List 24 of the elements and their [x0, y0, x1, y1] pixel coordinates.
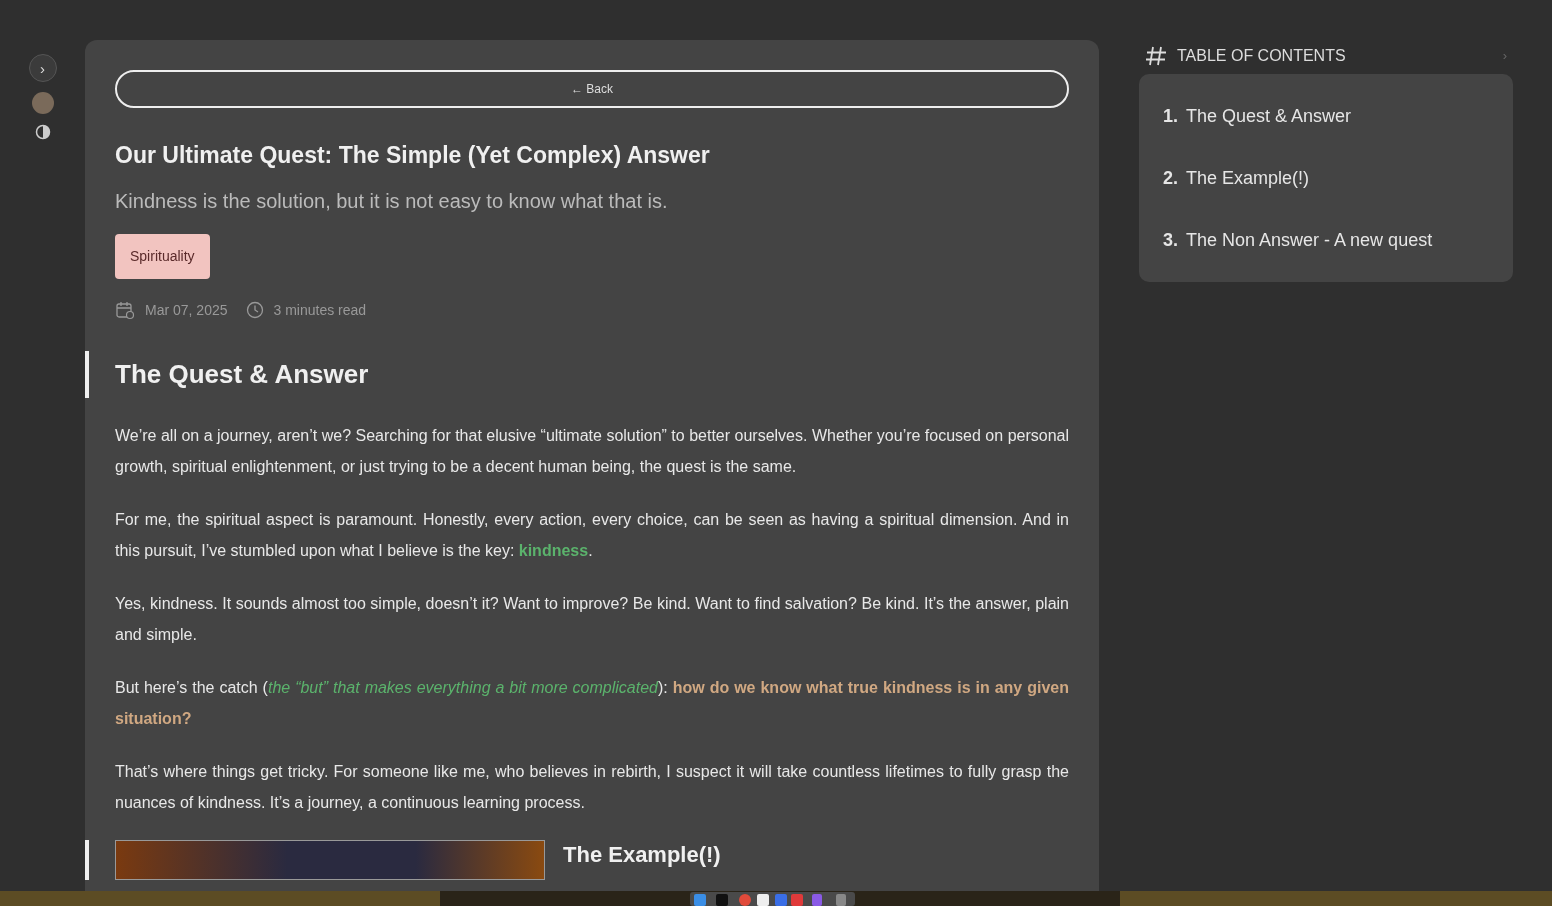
- article-subtitle: Kindness is the solution, but it is not easy to know what that is.: [115, 188, 669, 214]
- link[interactable]: kindness: [518, 541, 589, 559]
- paragraph: That’s where things get tricky. For someone like me, who believes in rebirth, I suspect it will take countless lifetimes to fully grasp the nuances of kindness. It’s a journey, a continuous learning process.: [115, 761, 1069, 813]
- toc-item[interactable]: 3. The Non Answer - A new quest: [1163, 210, 1489, 272]
- clock-icon: [245, 301, 264, 320]
- expand-button[interactable]: ›: [28, 54, 57, 82]
- toc-item[interactable]: 2. The Example(!): [1163, 148, 1489, 210]
- back-button[interactable]: ← Back: [115, 70, 1069, 108]
- article-title: Our Ultimate Quest: The Simple (Yet Complex) Answer: [115, 142, 711, 170]
- paragraph: But here’s the catch (the “but” that makes everything a bit more complicated): how do we know what true kindness is in any given situation?: [115, 677, 1069, 729]
- toc-title: TABLE OF CONTENTS: [1177, 46, 1346, 66]
- publish-date: Mar 07, 2025: [145, 300, 228, 320]
- section-heading: The Quest & Answer: [115, 357, 370, 391]
- calendar-icon: [115, 300, 135, 321]
- paragraph: We’re all on a journey, aren’t we? Searching for that elusive “ultimate solution” to better ourselves. Whether you’re focused on personal growth, spiritual enlightenment, or just trying to be a decent human being, the quest is the same.: [115, 425, 1069, 477]
- read-time: 3 minutes read: [273, 300, 367, 320]
- toc-item[interactable]: 1. The Quest & Answer: [1163, 86, 1489, 148]
- theme-toggle-icon[interactable]: [34, 124, 51, 140]
- avatar[interactable]: [31, 92, 54, 114]
- section-heading: The Example(!): [563, 841, 721, 869]
- hash-icon: [1145, 45, 1167, 67]
- tag[interactable]: Spirituality: [115, 233, 210, 279]
- paragraph: Yes, kindness. It sounds almost too simple, doesn’t it? Want to improve? Be kind. Want to find salvation? Be kind. It’s the answer, plain and simple.: [115, 593, 1069, 645]
- paragraph: For me, the spiritual aspect is paramount. Honestly, every action, every choice, can be seen as having a spiritual dimension. And in this pursuit, I’ve stumbled upon what I believe is the key: kindness.: [115, 509, 1069, 561]
